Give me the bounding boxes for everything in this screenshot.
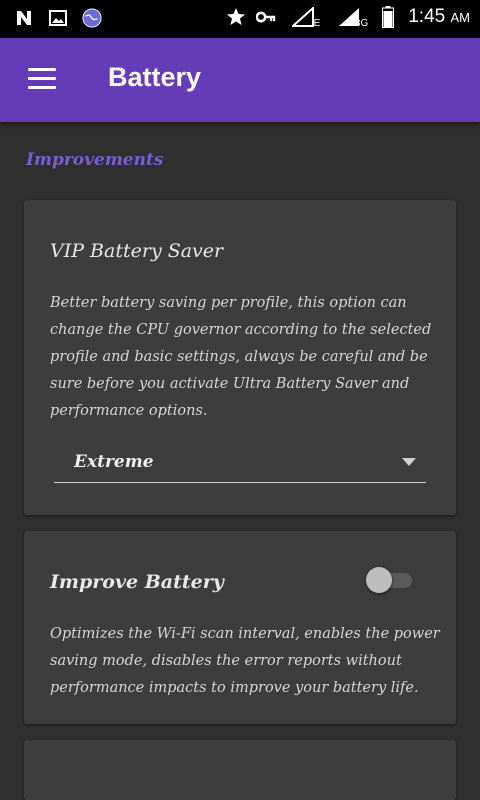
globe-icon (82, 8, 102, 28)
status-bar: E 3G 1:45 AM (0, 0, 480, 38)
ampm-text: AM (450, 10, 471, 25)
battery-icon (378, 6, 398, 28)
section-header-improvements: Improvements (26, 150, 164, 170)
star-icon (226, 7, 246, 27)
signal-icon: E (286, 7, 321, 29)
signal-icon: 3G (330, 7, 369, 29)
next-setting-card (24, 740, 456, 800)
network-label-3g: 3G (354, 18, 369, 29)
vip-battery-saver-description: Better battery saving per profile, this … (50, 295, 432, 419)
network-label-e: E (313, 18, 321, 29)
key-icon (256, 7, 276, 27)
status-time: 1:45 AM (408, 6, 470, 28)
improve-battery-card: Improve Battery Optimizes the Wi-Fi scan… (24, 531, 456, 724)
notification-n-icon (14, 8, 34, 28)
app-bar: Battery (0, 38, 480, 122)
image-icon (48, 8, 68, 28)
profile-dropdown-value: Extreme (74, 452, 154, 472)
vip-battery-saver-card: VIP Battery Saver Better battery saving … (24, 200, 456, 515)
toggle-thumb (366, 567, 392, 593)
improve-battery-title: Improve Battery (50, 571, 224, 593)
profile-dropdown[interactable]: Extreme (54, 448, 426, 483)
hamburger-menu-icon[interactable] (28, 68, 56, 90)
vip-battery-saver-title: VIP Battery Saver (50, 240, 224, 262)
time-text: 1:45 (408, 6, 446, 27)
page-title: Battery (108, 62, 202, 92)
improve-battery-toggle[interactable] (364, 565, 418, 595)
improve-battery-description: Optimizes the Wi-Fi scan interval, enabl… (50, 626, 440, 696)
dropdown-arrow-icon (402, 458, 416, 466)
